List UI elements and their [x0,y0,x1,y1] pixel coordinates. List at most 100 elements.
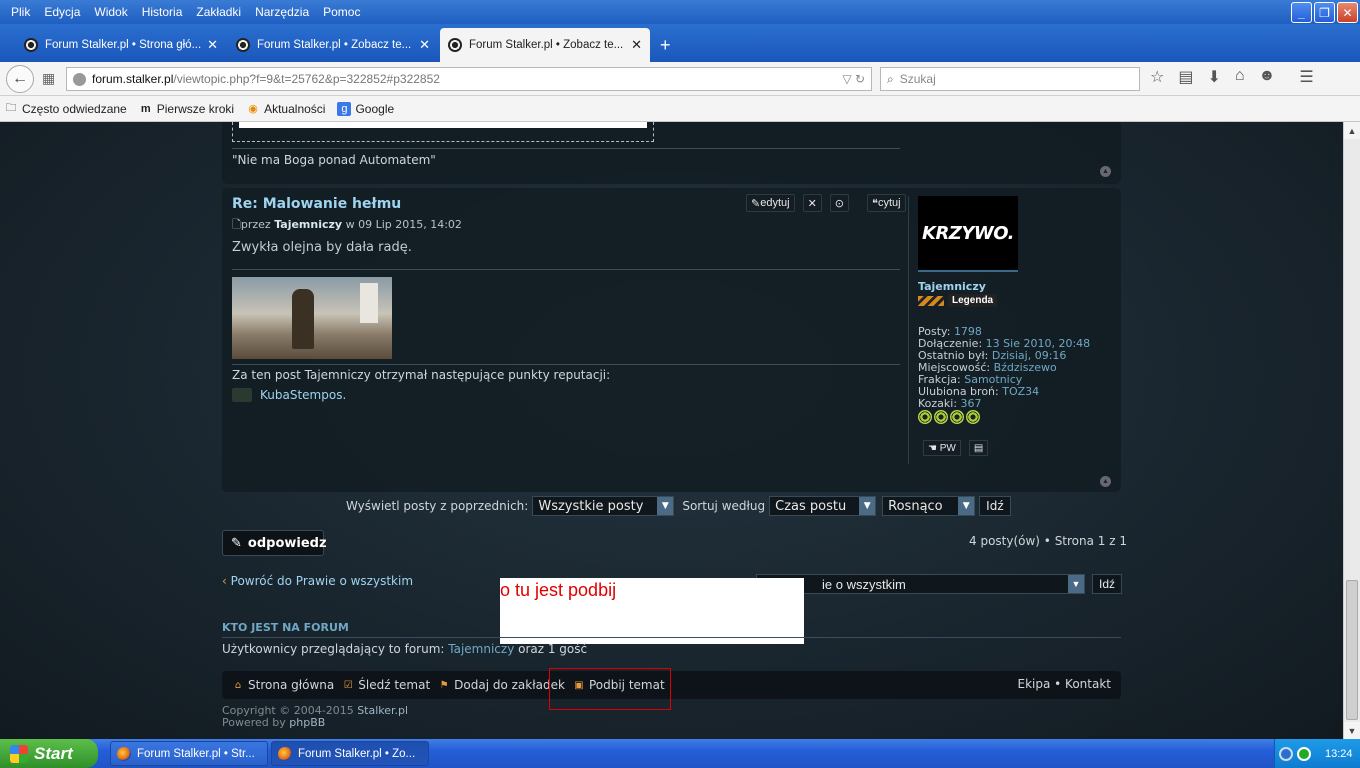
tab-close-icon[interactable]: ✕ [419,37,430,53]
menu-bar: Plik Edycja Widok Historia Zakładki Narz… [0,0,367,24]
bookmark-item[interactable]: m Pierwsze kroki [139,102,234,116]
menu-pomoc[interactable]: Pomoc [316,5,367,19]
show-label: Wyświetl posty z poprzednich: [346,499,529,513]
menu-plik[interactable]: Plik [4,5,37,19]
system-tray: 13:24 [1274,739,1360,768]
back-button[interactable]: ← [6,64,34,93]
start-button[interactable]: Start [0,739,98,768]
browser-tab[interactable]: Forum Stalker.pl • Strona głó... ✕ [16,28,226,62]
close-window-button[interactable]: ✕ [1337,2,1358,23]
bookmark-label: Pierwsze kroki [156,101,235,116]
who-is-online-text: Użytkownicy przeglądający to forum: Taje… [222,642,588,656]
scroll-thumb[interactable] [1346,580,1358,720]
sort-by-select[interactable]: Czas postu ▼ [769,496,877,516]
signature-image [232,122,654,142]
chat-icon[interactable]: ☻ [1259,67,1276,87]
post-image[interactable] [232,277,392,359]
bookmark-star-icon[interactable]: ☆ [1150,67,1164,87]
bookmark-icon: ⚑ [439,679,449,691]
post-author[interactable]: Tajemniczy [274,218,342,231]
back-to-top-icon[interactable]: ▲ [1100,476,1111,487]
edit-button[interactable]: ✎ edytuj [746,194,795,212]
post-profile: KRZYWO. Tajemniczy Legenda Posty: 1798 D… [908,196,1113,464]
watch-topic-link[interactable]: ☑ Śledź temat [342,678,430,692]
avatar[interactable]: KRZYWO. [918,196,1018,272]
scroll-down-icon[interactable]: ▼ [1344,722,1360,739]
rank-label: Legenda [948,294,998,307]
page-content: "Nie ma Boga ponad Automatem" ▲ Re: Malo… [0,122,1343,739]
radiation-badge-icon [918,410,932,424]
footer-team-contact[interactable]: Ekipa • Kontakt [1018,677,1111,691]
clock[interactable]: 13:24 [1325,748,1353,760]
previous-post: "Nie ma Boga ponad Automatem" ▲ [222,122,1121,184]
page-scrollbar[interactable]: ▲ ▼ [1343,122,1360,739]
reload-icon[interactable]: ▽ ↻ [842,72,865,86]
network-icon[interactable] [1297,746,1311,761]
show-posts-select[interactable]: Wszystkie posty ▼ [532,496,675,516]
search-bar[interactable]: ⌕ Szukaj [880,67,1140,91]
maximize-button[interactable]: ❐ [1314,2,1335,23]
info-button[interactable]: ⊙ [829,194,850,212]
reply-button[interactable]: ✎ odpowiedz [222,530,327,556]
browser-tab-active[interactable]: Forum Stalker.pl • Zobacz te... ✕ [440,28,650,62]
back-to-top-icon[interactable]: ▲ [1100,166,1111,177]
reading-list-icon[interactable]: ▤ [1178,67,1193,87]
profile-card-button[interactable]: ▤ [968,440,989,456]
menu-narzedzia[interactable]: Narzędzia [248,5,316,19]
pm-button[interactable]: ☚ PW [923,440,961,456]
bookmark-topic-link[interactable]: ⚑ Dodaj do zakładek [438,678,565,692]
radiation-icon [24,38,38,52]
kozaki-badges [918,410,980,424]
tray-expand-icon[interactable] [1279,746,1293,761]
url-bar[interactable]: forum.stalker.pl /viewtopic.php?f=9&t=25… [66,67,872,91]
bookmark-item[interactable]: 🗀 Często odwiedzane [4,102,127,116]
home-icon[interactable]: ⌂ [1235,67,1245,87]
menu-historia[interactable]: Historia [135,5,190,19]
download-icon[interactable]: ⬇ [1207,67,1220,87]
hamburger-menu-icon[interactable]: ☰ [1299,67,1313,87]
copyright: Copyright © 2004-2015 Stalker.pl Powered… [222,704,409,729]
taskbar-item-active[interactable]: Forum Stalker.pl • Zo... [271,741,429,766]
bookmark-item[interactable]: g Google [337,101,394,116]
menu-edycja[interactable]: Edycja [37,5,87,19]
radiation-icon [236,38,250,52]
forum-post: Re: Malowanie hełmu 🗋przez Tajemniczy w … [222,188,1121,492]
tab-close-icon[interactable]: ✕ [207,37,218,53]
bookmark-item[interactable]: ◉ Aktualności [246,102,325,116]
taskbar-item[interactable]: Forum Stalker.pl • Str... [110,741,268,766]
post-title[interactable]: Re: Malowanie hełmu [232,196,401,212]
tab-close-icon[interactable]: ✕ [631,37,642,53]
home-link[interactable]: ⌂ Strona główna [232,678,334,692]
m-logo-icon: m [140,102,151,115]
who-is-online-title[interactable]: KTO JEST NA FORUM [222,621,349,634]
new-tab-button[interactable]: + [652,28,679,62]
filter-go-button[interactable]: Idź [979,496,1011,516]
window-controls: _ ❐ ✕ [1291,2,1358,23]
bookmarks-bar: 🗀 Często odwiedzane m Pierwsze kroki ◉ A… [0,96,1360,122]
tab-title: Forum Stalker.pl • Zobacz te... [469,39,624,51]
home-icon: ⌂ [234,679,242,691]
minimize-button[interactable]: _ [1291,2,1312,23]
scroll-up-icon[interactable]: ▲ [1344,122,1360,139]
radiation-icon [448,38,462,52]
post-date: w 09 Lip 2015, 14:02 [345,218,462,231]
post-icon: 🗋 [232,218,241,231]
browser-tab[interactable]: Forum Stalker.pl • Zobacz te... ✕ [228,28,438,62]
menu-zakladki[interactable]: Zakładki [189,5,248,19]
divider [232,364,900,365]
chevron-down-icon: ▼ [657,497,674,515]
sort-order-select[interactable]: Rosnąco ▼ [882,496,976,516]
reputation-user[interactable]: KubaStempos. [260,388,346,402]
back-to-forum-link[interactable]: ‹ Powróć do Prawie o wszystkim [222,574,413,588]
tab-groups-icon[interactable]: ▦ [42,70,55,87]
quote-button[interactable]: ❝ cytuj [867,194,906,212]
chevron-down-icon: ▼ [958,497,975,515]
annotation-highlight [549,668,671,710]
delete-button[interactable]: ✕ [802,194,822,212]
menu-widok[interactable]: Widok [87,5,134,19]
chevron-left-icon: ‹ [222,574,227,588]
profile-name[interactable]: Tajemniczy [918,280,986,293]
pagination: 4 posty(ów) • Strona 1 z 1 [969,534,1127,548]
jump-to-forum-select[interactable]: ie o wszystkim ▼ [756,574,1085,594]
jump-go-button[interactable]: Idź [1092,574,1123,594]
